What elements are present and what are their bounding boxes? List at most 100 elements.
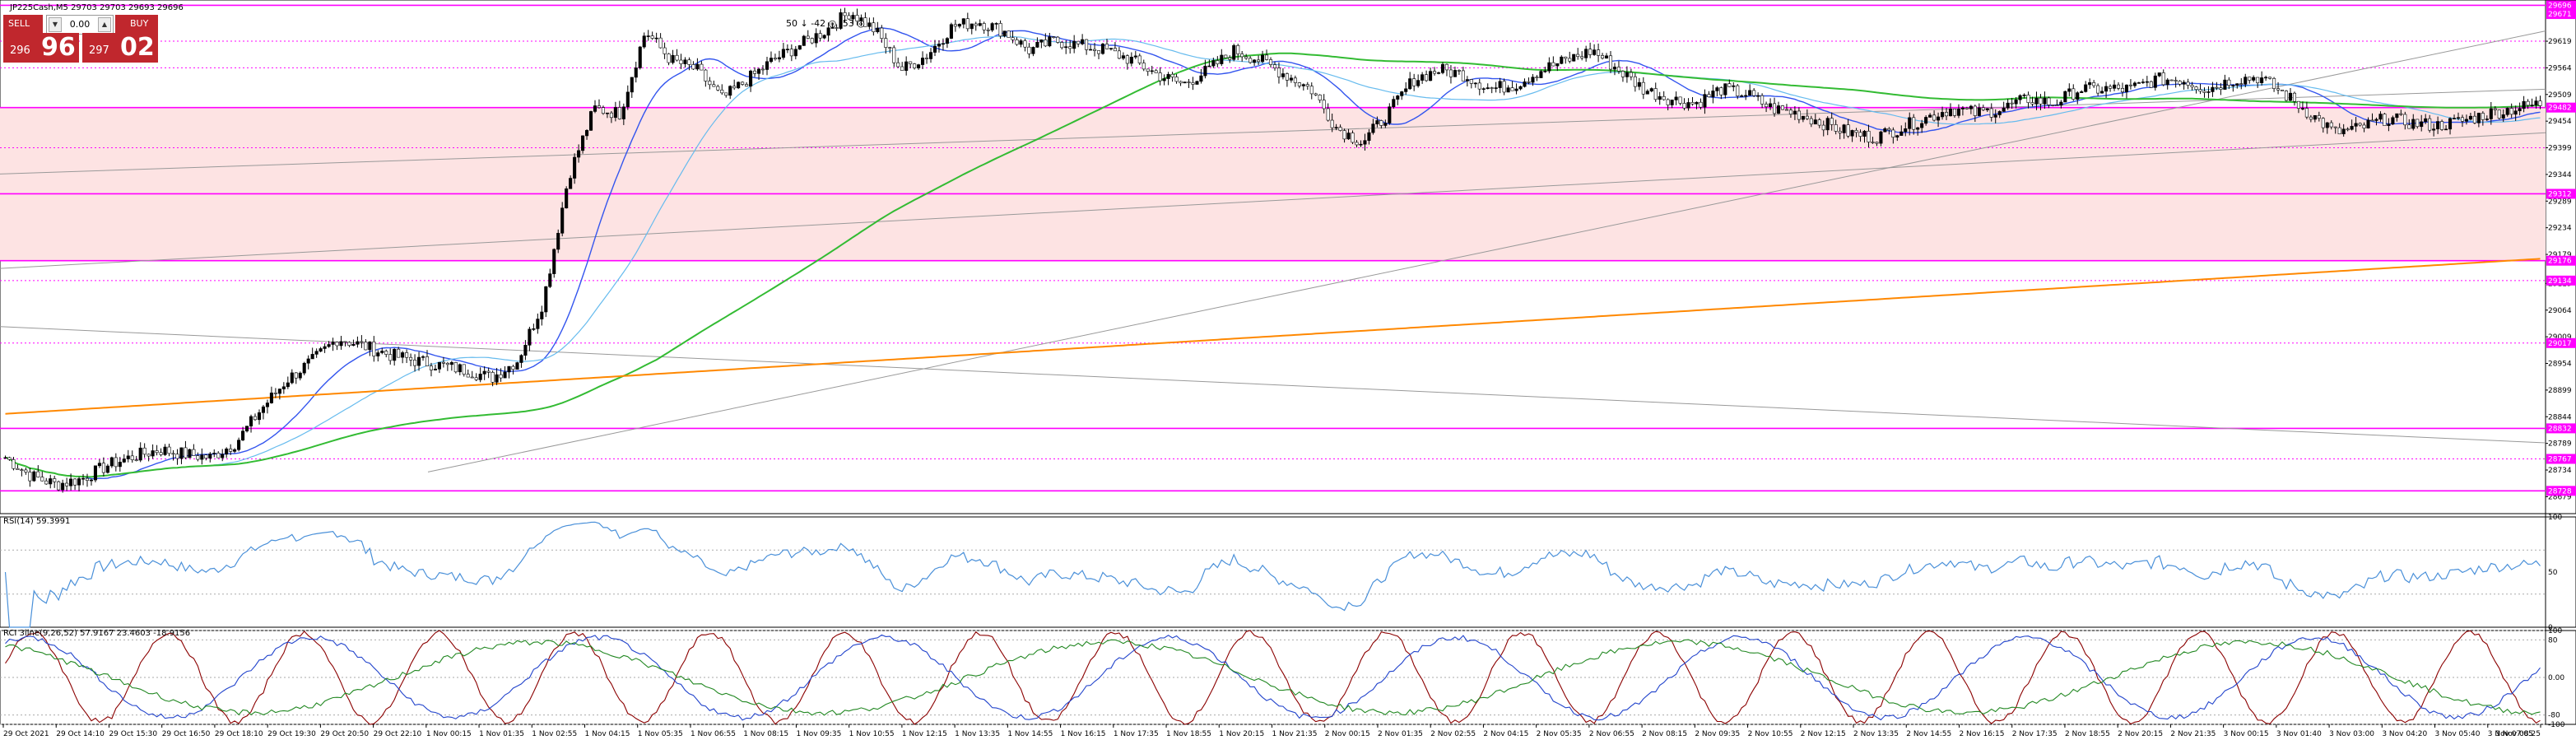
time-tick-label: 29 Oct 2021 [3,730,49,738]
candle-body [1330,119,1334,128]
candle-body [528,328,532,346]
candle-body [384,351,388,355]
time-tick-label: 3 Nov 05:40 [2435,730,2481,738]
buy-price[interactable]: 297 02 [82,33,158,63]
candle-body [1154,70,1158,73]
candle-body [994,23,998,25]
candle-body [1044,40,1048,47]
candle-body [617,107,621,119]
candle-body [896,62,900,67]
candle-body [1076,40,1081,44]
candle-body [1973,105,1977,116]
candle-body [777,57,781,60]
candle-body [1081,39,1085,44]
time-tick-label: 2 Nov 17:35 [2012,730,2058,738]
price-tick-label: 28844 [2548,413,2572,421]
candle-body [2186,81,2190,86]
candle-body [741,81,745,85]
one-click-trading-panel: SELL ▼ 0.00 ▲ BUY 296 96 297 02 [3,15,158,63]
candle-body [982,23,986,30]
candle-body [393,348,397,361]
candle-body [892,47,896,63]
candle-body [486,370,491,373]
candle-body [1170,73,1174,77]
price-tick-label: 28954 [2548,361,2572,369]
time-tick-label: 1 Nov 14:55 [1007,730,1053,738]
candle-body [1216,60,1220,64]
candle-body [1625,72,1629,77]
sell-price-big: 96 [41,33,76,62]
candle-body [1780,105,1785,110]
candle-body [1023,40,1027,48]
lot-increase-button[interactable]: ▲ [98,17,111,32]
candle-body [700,63,704,71]
candle-body [1506,87,1510,93]
candle-body [184,447,188,458]
candle-body [1588,49,1593,55]
candle-body [2424,118,2428,123]
candle-body [1207,65,1211,67]
candle-body [2071,88,2076,100]
candle-body [1776,105,1781,114]
candle-body [1425,74,1429,81]
candle-body [1527,81,1531,83]
candle-body [2088,82,2092,86]
chart-canvas[interactable]: 29619 29564 29509 29454 29399 29344 29289 29234… [0,0,2576,740]
candle-body [1645,91,1649,95]
sell-price[interactable]: 296 96 [3,33,79,63]
candle-body [1736,85,1740,96]
candle-body [1166,73,1170,79]
candle-body [44,480,49,485]
candle-body [2444,128,2448,131]
price-tag-label: 29671 [2548,11,2572,19]
lot-decrease-button[interactable]: ▼ [49,17,62,32]
candle-body [945,38,949,44]
candle-body [1416,80,1421,86]
candle-body [1805,115,1809,119]
candle-body [2296,100,2300,109]
candle-body [142,447,146,455]
candle-body [491,372,495,383]
candle-body [233,449,237,452]
candle-body [2526,100,2530,106]
candle-body [990,23,994,30]
candle-body [1486,87,1490,89]
candle-body [2264,77,2268,79]
candle-body [306,358,310,364]
candle-body [24,469,28,472]
candle-body [1686,102,1690,109]
candle-body [2244,77,2248,85]
lot-size-input[interactable]: ▼ 0.00 ▲ [46,15,114,35]
candle-body [749,70,753,87]
time-tick-label: 2 Nov 16:15 [1959,730,2004,738]
candle-body [319,348,323,352]
candle-body [1723,83,1727,95]
chart-annotation: 50 ↓ -42 ◎ -53 ◎ [786,18,865,29]
candle-body [1727,83,1732,87]
candle-body [1920,123,1924,128]
rsi-tick-label: 100 [2548,514,2562,522]
candle-body [540,311,544,319]
candle-body [1146,68,1150,72]
candle-body [2198,89,2202,92]
lot-size-value: 0.00 [69,19,91,30]
candle-body [331,342,335,345]
candle-body [728,86,732,96]
candle-body [1871,142,1875,143]
candle-body [1941,112,1945,118]
candle-body [122,458,126,463]
candle-body [1666,99,1670,105]
candle-body [1584,49,1588,58]
candle-body [2039,97,2043,105]
candle-body [216,453,221,458]
candle-body [1444,63,1449,71]
candle-body [679,59,683,64]
candle-body [2080,91,2084,93]
candle-body [1784,109,1789,111]
candle-body [1703,94,1707,108]
candle-body [2252,77,2256,81]
candle-body [1272,64,1277,68]
candle-body [2096,85,2100,94]
candle-body [1096,50,1101,54]
time-tick-label: 29 Oct 15:30 [109,730,157,738]
